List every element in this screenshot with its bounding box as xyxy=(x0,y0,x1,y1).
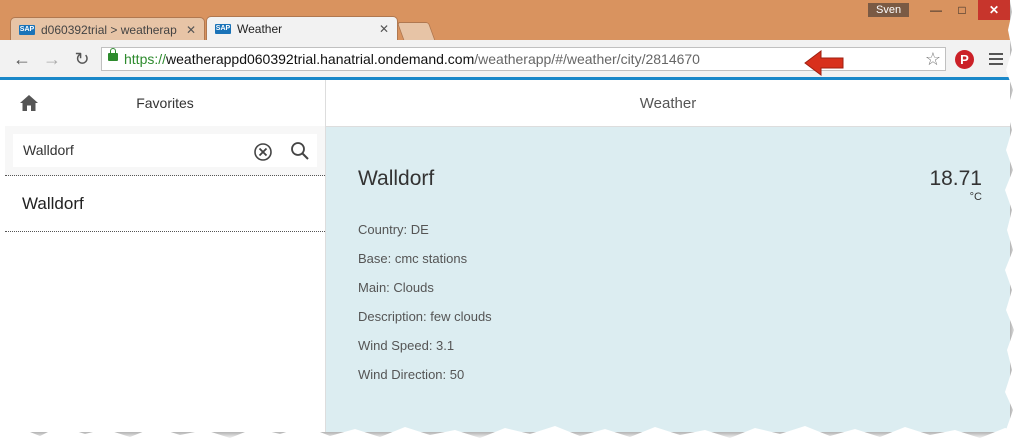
lock-icon xyxy=(108,48,118,61)
tab-label: d060392trial > weatherap xyxy=(41,22,177,37)
sap-favicon-icon: SAP xyxy=(215,24,231,34)
new-tab-button[interactable] xyxy=(396,22,436,40)
tab-label: Weather xyxy=(237,22,283,36)
master-pane: Favorites Walldorf Walldorf xyxy=(5,80,326,432)
tab-weatherapp-cockpit[interactable]: SAP d060392trial > weatherap ✕ xyxy=(10,17,205,41)
torn-edge-bottom xyxy=(0,426,1022,446)
temperature-unit: °C xyxy=(969,191,982,203)
back-arrow-icon[interactable]: ← xyxy=(12,49,32,70)
page-title: Favorites xyxy=(136,95,194,111)
clear-icon[interactable] xyxy=(253,142,273,162)
annotation-arrow-icon xyxy=(804,50,844,76)
search-bar: Walldorf xyxy=(5,126,325,176)
bookmark-star-icon[interactable]: ☆ xyxy=(925,48,941,70)
base-attribute: Base: cmc stations xyxy=(358,251,468,266)
url-path: /weatherapp/#/weather/city/2814670 xyxy=(474,51,700,67)
temperature-value: 18.71 xyxy=(929,167,982,190)
detail-header: Weather xyxy=(326,80,1010,127)
home-icon[interactable] xyxy=(19,93,39,113)
master-header: Favorites xyxy=(5,80,325,127)
reload-icon[interactable]: ↻ xyxy=(72,49,92,70)
tab-weather[interactable]: SAP Weather ✕ xyxy=(206,16,398,41)
minimize-button[interactable]: — xyxy=(924,0,948,20)
user-profile-badge[interactable]: Sven xyxy=(868,3,910,17)
detail-pane: Weather Walldorf 18.71 °C Country: DE Ba… xyxy=(326,80,1010,432)
weather-detail: Walldorf 18.71 °C Country: DE Base: cmc … xyxy=(326,127,1010,432)
search-icon[interactable] xyxy=(290,141,310,161)
list-item[interactable]: Walldorf xyxy=(5,176,325,232)
city-name: Walldorf xyxy=(358,167,435,190)
app-container: Favorites Walldorf Walldorf Weather Wall… xyxy=(0,80,1010,432)
wind-speed-attribute: Wind Speed: 3.1 xyxy=(358,338,455,353)
torn-edge-right xyxy=(1005,0,1022,446)
detail-title: Weather xyxy=(639,94,697,112)
browser-window: SAP d060392trial > weatherap ✕ SAP Weath… xyxy=(0,0,1010,432)
forward-arrow-icon[interactable]: → xyxy=(42,49,62,70)
description-attribute: Description: few clouds xyxy=(358,309,492,324)
url-scheme: https:// xyxy=(124,51,167,67)
maximize-button[interactable]: □ xyxy=(950,0,974,20)
main-attribute: Main: Clouds xyxy=(358,280,434,295)
close-icon[interactable]: ✕ xyxy=(186,23,196,37)
wind-direction-attribute: Wind Direction: 50 xyxy=(358,367,465,382)
url-text: https://weatherappd060392trial.hanatrial… xyxy=(124,48,700,70)
browser-toolbar: ← → ↻ https://weatherappd060392trial.han… xyxy=(0,40,1010,80)
url-host: weatherappd060392trial.hanatrial.ondeman… xyxy=(166,51,475,67)
country-attribute: Country: DE xyxy=(358,222,429,237)
title-bar: SAP d060392trial > weatherap ✕ SAP Weath… xyxy=(0,0,1010,41)
close-icon[interactable]: ✕ xyxy=(379,22,389,36)
sap-favicon-icon: SAP xyxy=(19,24,35,35)
pinterest-icon[interactable]: P xyxy=(955,50,974,69)
